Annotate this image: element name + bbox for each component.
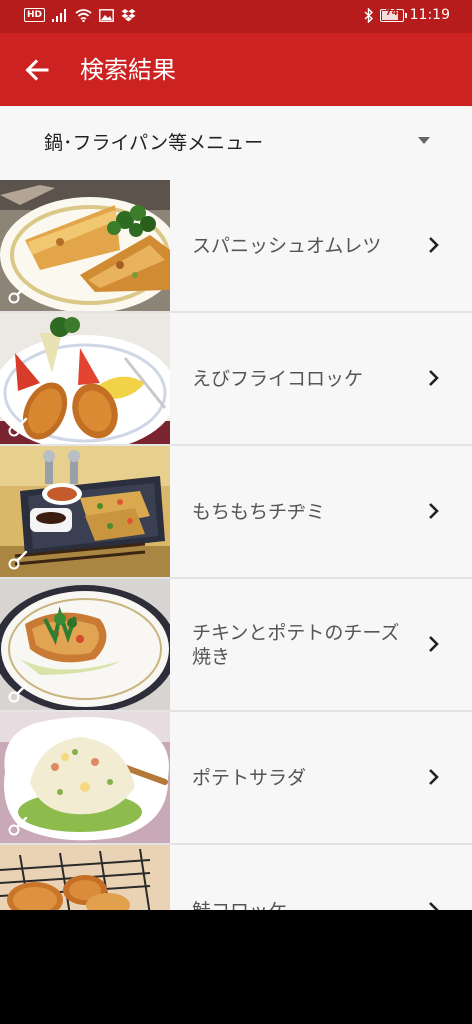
recipe-row[interactable]: チキンとポテトのチーズ焼き bbox=[0, 579, 472, 712]
recipe-row[interactable]: ポテトサラダ bbox=[0, 712, 472, 845]
image-notification-icon bbox=[99, 8, 114, 22]
recipe-row[interactable]: スパニッシュオムレツ bbox=[0, 180, 472, 313]
bluetooth-icon bbox=[364, 7, 373, 23]
cooking-tool-icon bbox=[8, 417, 28, 437]
recipe-row[interactable]: 鮭コロッケ bbox=[0, 845, 472, 910]
recipe-photo bbox=[0, 180, 170, 311]
recipe-title: ポテトサラダ bbox=[192, 766, 307, 789]
back-button[interactable] bbox=[16, 49, 58, 91]
chevron-right-icon bbox=[429, 503, 439, 519]
hd-badge: HD bbox=[24, 8, 46, 22]
caret-down-icon bbox=[418, 137, 430, 144]
app-bar: 検索結果 bbox=[0, 33, 472, 106]
recipe-row[interactable]: えびフライコロッケ bbox=[0, 313, 472, 446]
recipe-photo bbox=[0, 313, 170, 444]
recipe-title: えびフライコロッケ bbox=[192, 367, 364, 390]
recipe-title: 鮭コロッケ bbox=[192, 845, 402, 911]
recipe-photo bbox=[0, 579, 170, 710]
recipe-list: スパニッシュオムレツ えびフライコロッケ もちもちチヂミ チキンとポテトのチーズ… bbox=[0, 180, 472, 910]
recipe-title: スパニッシュオムレツ bbox=[192, 234, 382, 257]
clock: 11:19 bbox=[409, 7, 450, 23]
chevron-right-icon bbox=[429, 769, 439, 785]
recipe-row[interactable]: もちもちチヂミ bbox=[0, 446, 472, 579]
page-title: 検索結果 bbox=[80, 56, 176, 84]
recipe-photo bbox=[0, 446, 170, 577]
chevron-right-icon bbox=[429, 370, 439, 386]
signal-icon bbox=[52, 8, 67, 22]
recipe-title: チキンとポテトのチーズ焼き bbox=[192, 621, 400, 668]
phone-screen: HD 74 11:19 検索結果 鍋･フライパン等メニュー スパニッシュオムレツ… bbox=[0, 0, 472, 1024]
status-bar-right: 74 11:19 bbox=[364, 7, 450, 23]
recipe-photo bbox=[0, 712, 170, 843]
app-window: HD 74 11:19 検索結果 鍋･フライパン等メニュー スパニッシュオムレツ… bbox=[0, 0, 472, 910]
status-bar: HD 74 11:19 bbox=[0, 0, 472, 33]
recipe-title: もちもちチヂミ bbox=[192, 500, 326, 523]
wifi-icon bbox=[75, 8, 92, 22]
cooking-tool-icon bbox=[8, 284, 28, 304]
dropbox-icon bbox=[121, 8, 136, 21]
battery-icon: 74 bbox=[379, 7, 407, 22]
chevron-right-icon bbox=[429, 636, 439, 652]
category-dropdown[interactable]: 鍋･フライパン等メニュー bbox=[0, 106, 472, 180]
status-bar-left: HD bbox=[24, 8, 136, 22]
cooking-tool-icon bbox=[8, 550, 28, 570]
chevron-right-icon bbox=[429, 237, 439, 253]
arrow-left-icon bbox=[25, 59, 49, 81]
cooking-tool-icon bbox=[8, 683, 28, 703]
recipe-photo bbox=[0, 845, 170, 910]
battery-level: 74 bbox=[385, 7, 398, 18]
chevron-right-icon bbox=[429, 902, 439, 910]
category-selected-label: 鍋･フライパン等メニュー bbox=[44, 132, 264, 154]
cooking-tool-icon bbox=[8, 816, 28, 836]
